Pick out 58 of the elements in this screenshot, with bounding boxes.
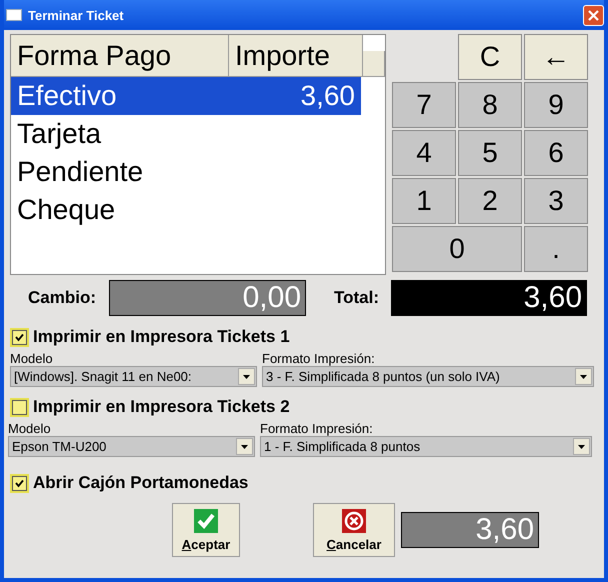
check-icon [15, 332, 24, 342]
digit-key[interactable]: 0 [392, 226, 522, 272]
clear-key[interactable]: C [458, 34, 522, 80]
field-label: Modelo [10, 351, 54, 366]
change-display: 0,00 [109, 280, 306, 316]
checkbox-label: Imprimir en Impresora Tickets 1 [33, 327, 290, 347]
digit-key[interactable]: 2 [458, 178, 522, 224]
digit-key[interactable]: 6 [524, 130, 588, 176]
digit-key[interactable]: 1 [392, 178, 456, 224]
table-row[interactable]: Cheque [11, 191, 361, 229]
table-row[interactable]: Pendiente [11, 153, 361, 191]
table-row[interactable]: Efectivo 3,60 [11, 77, 361, 115]
digit-key[interactable]: 7 [392, 82, 456, 128]
digit-key[interactable]: 4 [392, 130, 456, 176]
dropdown-arrow-icon [578, 444, 585, 448]
checkbox-label: Imprimir en Impresora Tickets 2 [33, 397, 290, 417]
column-header: Importe [229, 35, 363, 77]
format-dropdown[interactable]: 3 - F. Simplificada 8 puntos (un solo IVA) [262, 366, 594, 387]
accept-button[interactable]: Aceptar [172, 503, 240, 557]
total-label: Total: [333, 288, 380, 308]
column-header [363, 51, 385, 77]
table-row[interactable]: Tarjeta [11, 115, 361, 153]
dropdown-arrow-icon [243, 374, 250, 378]
close-button[interactable] [583, 4, 604, 26]
column-header: Forma Pago [11, 35, 229, 77]
table-cell: Efectivo [17, 80, 117, 112]
digit-key[interactable]: 9 [524, 82, 588, 128]
field-label: Formato Impresión: [262, 351, 376, 366]
model-dropdown[interactable]: Epson TM-U200 [8, 436, 255, 457]
checkbox[interactable] [12, 476, 27, 490]
cancel-icon [342, 508, 366, 532]
field-label: Modelo [8, 421, 52, 436]
format-dropdown[interactable]: 1 - F. Simplificada 8 puntos [260, 436, 592, 457]
total-display: 3,60 [391, 280, 587, 316]
backspace-key[interactable]: ← [524, 34, 588, 80]
decimal-key[interactable]: . [524, 226, 588, 272]
checkbox[interactable] [12, 400, 27, 414]
field-label: Formato Impresión: [260, 421, 374, 436]
window-icon [6, 9, 22, 21]
table-cell: Pendiente [17, 156, 144, 188]
digit-key[interactable]: 3 [524, 178, 588, 224]
window-title: Terminar Ticket [28, 8, 125, 22]
checkbox[interactable] [12, 330, 27, 344]
digit-key[interactable]: 8 [458, 82, 522, 128]
table-cell: Tarjeta [17, 118, 102, 150]
amount-display: 3,60 [401, 512, 539, 548]
table-cell: 3,60 [300, 80, 355, 112]
digit-key[interactable]: 5 [458, 130, 522, 176]
model-dropdown[interactable]: [Windows]. Snagit 11 en Ne00: [10, 366, 257, 387]
dropdown-arrow-icon [241, 444, 248, 448]
close-icon [588, 10, 599, 20]
dropdown-arrow-icon [580, 374, 587, 378]
checkbox-label: Abrir Cajón Portamonedas [33, 473, 248, 493]
table-cell: Cheque [17, 194, 116, 226]
cancel-button[interactable]: Cancelar [313, 503, 395, 557]
check-icon [15, 478, 24, 488]
checkmark-icon [194, 508, 218, 532]
change-label: Cambio: [27, 288, 97, 308]
